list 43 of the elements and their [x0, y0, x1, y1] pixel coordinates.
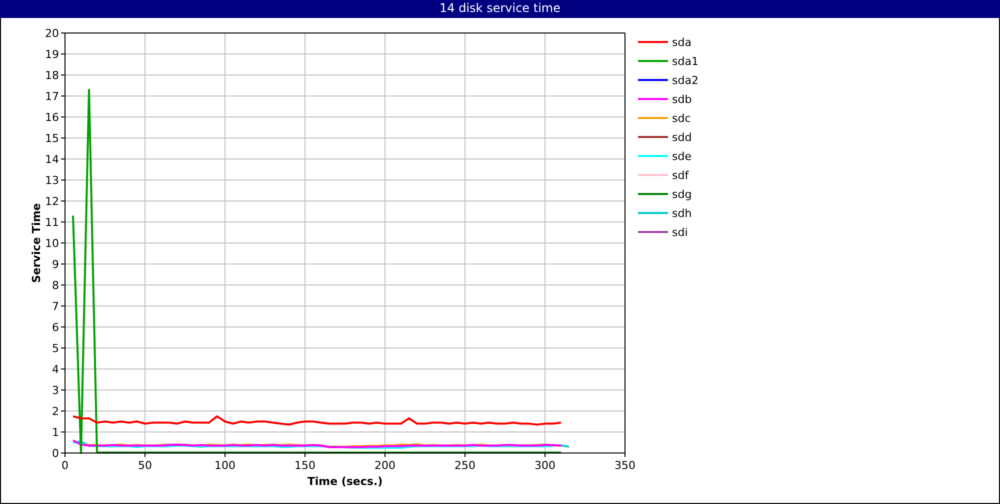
tick-label: 0 [62, 459, 68, 472]
tick-label: 3 [52, 384, 59, 397]
tick-label: 19 [45, 48, 59, 61]
tick-label: 16 [45, 111, 59, 124]
tick-label: 10 [45, 237, 59, 250]
tick-label: 11 [45, 216, 59, 229]
tick-label: 50 [138, 459, 152, 472]
tick-label: 8 [52, 279, 59, 292]
tick-label: 7 [52, 300, 59, 313]
tick-label: 100 [214, 459, 236, 472]
legend-label: sda [672, 36, 692, 49]
legend-label: sdb [672, 93, 692, 106]
tick-label: 4 [52, 363, 59, 376]
tick-label: 14 [45, 153, 59, 166]
legend-label: sdg [672, 188, 692, 201]
tick-label: 6 [52, 321, 59, 334]
tick-label: 350 [614, 459, 636, 472]
legend-label: sde [672, 150, 692, 163]
tick-label: 15 [45, 132, 59, 145]
tick-label: 300 [534, 459, 556, 472]
y-axis-title: Service Time [30, 203, 43, 283]
window-title: 14 disk service time [0, 0, 1000, 18]
tick-label: 9 [52, 258, 59, 271]
tick-label: 20 [45, 27, 59, 40]
legend-label: sdi [672, 226, 688, 239]
tick-label: 13 [45, 174, 59, 187]
legend-label: sdh [672, 207, 692, 220]
tick-label: 12 [45, 195, 59, 208]
tick-label: 18 [45, 69, 59, 82]
tick-label: 150 [294, 459, 316, 472]
legend-label: sda2 [672, 74, 698, 87]
tick-label: 2 [52, 405, 59, 418]
legend-label: sdc [672, 112, 691, 125]
legend-label: sda1 [672, 55, 698, 68]
tick-label: 1 [52, 426, 59, 439]
tick-label: 0 [52, 447, 59, 460]
tick-label: 200 [374, 459, 396, 472]
tick-label: 17 [45, 90, 59, 103]
x-axis-title: Time (secs.) [307, 475, 383, 488]
tick-label: 5 [52, 342, 59, 355]
tick-label: 250 [454, 459, 476, 472]
legend-label: sdd [672, 131, 692, 144]
legend-label: sdf [672, 169, 689, 182]
